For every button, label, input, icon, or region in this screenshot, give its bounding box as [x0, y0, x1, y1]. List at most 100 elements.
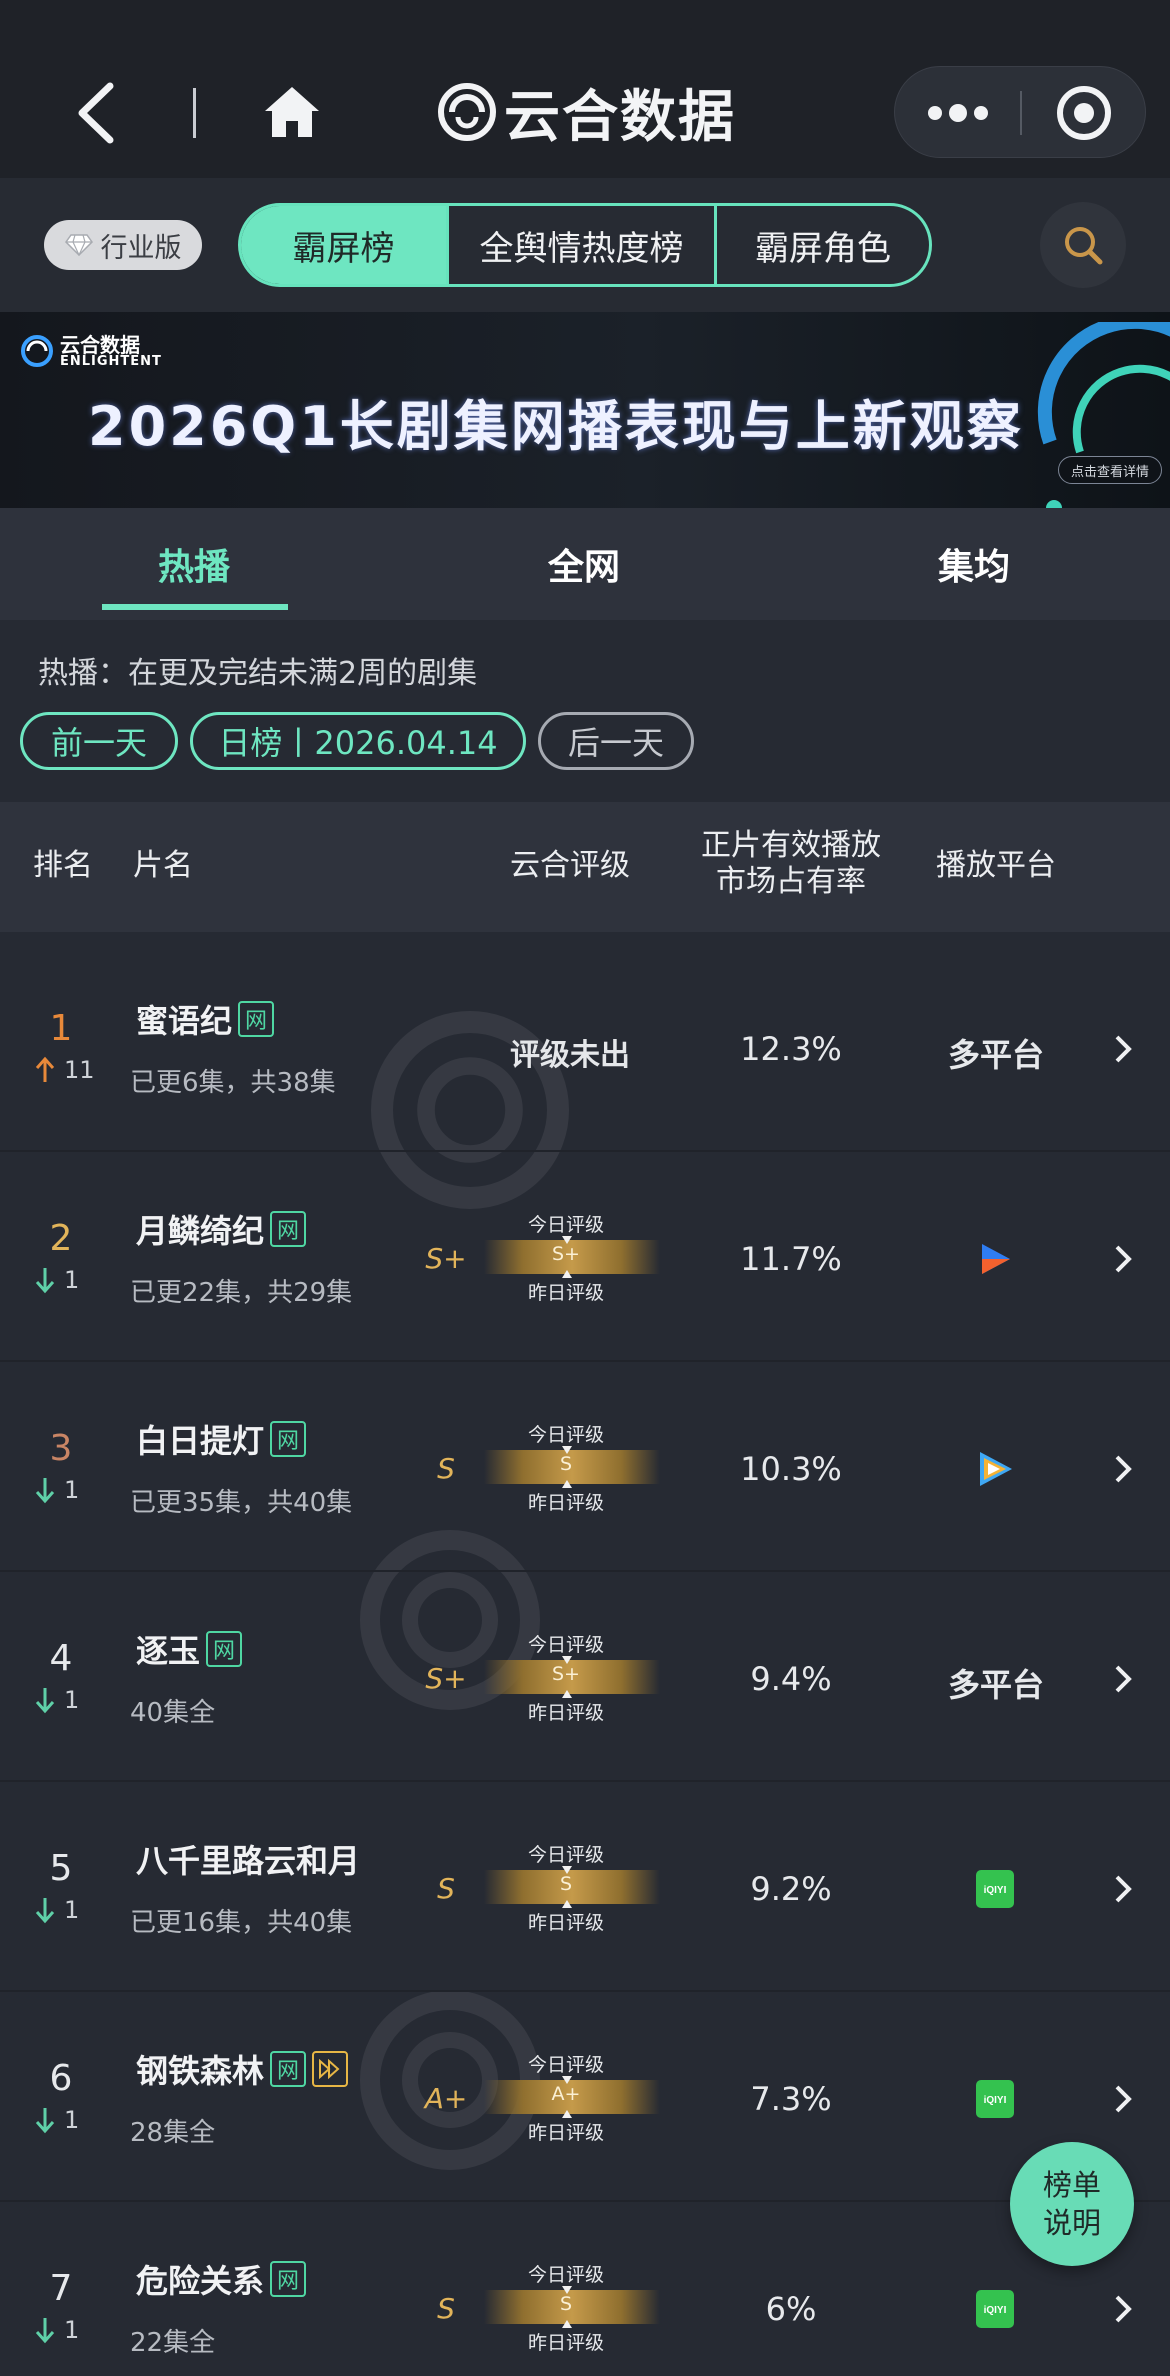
episode-status: 22集全: [130, 2328, 216, 2358]
industry-edition-badge[interactable]: 行业版: [44, 220, 202, 270]
rating-grade: S+: [425, 1242, 467, 1275]
header-title: 片名: [133, 848, 193, 883]
rank-change-value: 11: [64, 1056, 95, 1084]
chevron-right-icon[interactable]: [1112, 1872, 1134, 1906]
show-title: 月鳞绮纪: [136, 1212, 265, 1250]
play-tag-icon: [312, 2051, 349, 2087]
market-share: 11.7%: [740, 1240, 842, 1278]
show-title: 八千里路云和月: [136, 1842, 361, 1880]
tencent-video-icon: [980, 1452, 1012, 1486]
rank-change: 1: [34, 1686, 79, 1714]
rank-change-value: 1: [64, 1896, 80, 1924]
current-date-selector[interactable]: 日榜丨2026.04.14: [190, 712, 526, 770]
iqiyi-icon: iQIYI: [976, 1870, 1014, 1908]
market-share: 10.3%: [740, 1450, 842, 1488]
market-share: 9.2%: [750, 1870, 832, 1908]
tab-jijun[interactable]: 集均: [938, 538, 1010, 590]
show-title: 逐玉: [136, 1632, 201, 1670]
search-button[interactable]: [1040, 202, 1126, 288]
rank-number: 5: [49, 1848, 73, 1889]
rank-change: 1: [34, 1266, 79, 1294]
promo-banner[interactable]: 云合数据 ENLIGHTENT 2026Q1长剧集网播表现与上新观察 点击查看详…: [0, 312, 1170, 508]
show-title: 白日提灯: [136, 1422, 265, 1460]
rating-yesterday-label: 昨日评级: [527, 1492, 604, 1514]
ranking-note: 热播：在更及完结未满2周的剧集: [38, 656, 478, 691]
market-share: 12.3%: [740, 1030, 842, 1068]
tab-rebo[interactable]: 热播: [158, 538, 230, 590]
back-icon[interactable]: [70, 80, 122, 146]
category-tabs: 霸屏榜 全舆情热度榜 霸屏角色: [238, 203, 932, 287]
show-title: 钢铁森林: [136, 2052, 265, 2090]
iqiyi-icon-label: iQIYI: [984, 2095, 1007, 2106]
show-title-line: 钢铁森林 网: [136, 2046, 349, 2092]
tab-quanyuqing[interactable]: 全舆情热度榜: [446, 206, 714, 284]
rating-yesterday-label: 昨日评级: [527, 2332, 604, 2354]
tab-bapingjuese[interactable]: 霸屏角色: [714, 206, 929, 284]
capsule-divider: [1020, 91, 1022, 135]
float-button-line1: 榜单: [1042, 2168, 1101, 2202]
table-row[interactable]: 1 11 蜜语纪 网 已更6集，共38集 评级未出 12.3% 多平台: [0, 944, 1170, 1152]
header-platform: 播放平台: [936, 848, 1056, 883]
table-row[interactable]: 7 1 危险关系 网 22集全 S 今日评级 S 昨日评级 6% iQIYI: [0, 2204, 1170, 2376]
chevron-right-icon[interactable]: [1112, 1032, 1134, 1066]
rating-bar-grade: S+: [552, 1663, 580, 1685]
next-day-button[interactable]: 后一天: [538, 712, 694, 770]
table-row[interactable]: 6 1 钢铁森林 网 28集全 A+ 今日评级 A+ 昨日评级 7.3% iQI…: [0, 1994, 1170, 2202]
rating-grade: S+: [425, 1662, 467, 1695]
chevron-right-icon[interactable]: [1112, 2082, 1134, 2116]
web-drama-tag: 网: [270, 2261, 307, 2297]
target-icon[interactable]: [1055, 84, 1113, 142]
banner-title: 2026Q1长剧集网播表现与上新观察: [88, 395, 1024, 458]
header-share-line1: 正片有效播放: [701, 828, 881, 863]
app-title-group: 云合数据: [438, 76, 736, 150]
banner-logo: 云合数据 ENLIGHTENT: [20, 334, 162, 368]
chevron-right-icon[interactable]: [1112, 1452, 1134, 1486]
home-icon[interactable]: [262, 84, 322, 140]
show-title: 危险关系: [136, 2262, 265, 2300]
banner-logo-en: ENLIGHTENT: [60, 353, 162, 369]
arrow-down-icon: [35, 2318, 55, 2344]
table-row[interactable]: 3 1 白日提灯 网 已更35集，共40集 S 今日评级 S 昨日评级 10.3…: [0, 1364, 1170, 1572]
top-nav-bar: 云合数据: [0, 0, 1170, 178]
rating-bar: 今日评级 S 昨日评级: [484, 1420, 660, 1514]
tab-quanwang[interactable]: 全网: [548, 538, 620, 590]
rating-today-label: 今日评级: [527, 2264, 604, 2286]
prev-day-button[interactable]: 前一天: [20, 712, 178, 770]
rating-yesterday-label: 昨日评级: [527, 1702, 604, 1724]
iqiyi-icon-label: iQIYI: [984, 2305, 1007, 2316]
active-tab-underline: [102, 604, 288, 610]
header-rating: 云合评级: [510, 848, 630, 883]
show-title-line: 逐玉 网: [136, 1626, 243, 1672]
rank-number: 6: [49, 2058, 73, 2099]
rating-grade: A+: [424, 2082, 468, 2115]
banner-cta-button[interactable]: 点击查看详情: [1058, 456, 1162, 484]
rating-today-label: 今日评级: [527, 1634, 604, 1656]
rank-change-value: 1: [64, 1266, 80, 1294]
more-icon[interactable]: [925, 95, 991, 131]
rating-bar: 今日评级 A+ 昨日评级: [484, 2050, 660, 2144]
rating-bar-grade: S: [559, 1873, 573, 1895]
tab-bapingbang[interactable]: 霸屏榜: [241, 206, 446, 284]
chevron-right-icon[interactable]: [1112, 1242, 1134, 1276]
market-share: 7.3%: [750, 2080, 832, 2118]
episode-status: 已更22集，共29集: [130, 1278, 353, 1308]
ranking-explanation-button[interactable]: 榜单 说明: [1010, 2142, 1134, 2266]
iqiyi-icon-label: iQIYI: [984, 1885, 1007, 1896]
table-row[interactable]: 2 1 月鳞绮纪 网 已更22集，共29集 S+ 今日评级 S+ 昨日评级 11…: [0, 1154, 1170, 1362]
header-share-line2: 市场占有率: [716, 864, 866, 899]
arrow-up-icon: [35, 1056, 55, 1082]
table-row[interactable]: 4 1 逐玉 网 40集全 S+ 今日评级 S+ 昨日评级 9.4% 多平台: [0, 1574, 1170, 1782]
rank-change-value: 1: [64, 1686, 80, 1714]
chevron-right-icon[interactable]: [1112, 2292, 1134, 2326]
episode-status: 已更35集，共40集: [130, 1488, 353, 1518]
platform-multi: 多平台: [947, 1036, 1044, 1074]
rating-bar: 今日评级 S 昨日评级: [484, 1840, 660, 1934]
rating-today-label: 今日评级: [527, 1214, 604, 1236]
rating-bar: 今日评级 S+ 昨日评级: [484, 1630, 660, 1724]
rating-yesterday-label: 昨日评级: [527, 1912, 604, 1934]
float-button-line2: 说明: [1042, 2206, 1101, 2240]
episode-status: 已更16集，共40集: [130, 1908, 353, 1938]
chevron-right-icon[interactable]: [1112, 1662, 1134, 1696]
table-row[interactable]: 5 1 八千里路云和月 已更16集，共40集 S 今日评级 S 昨日评级 9.2…: [0, 1784, 1170, 1992]
rating-yesterday-label: 昨日评级: [527, 1282, 604, 1304]
